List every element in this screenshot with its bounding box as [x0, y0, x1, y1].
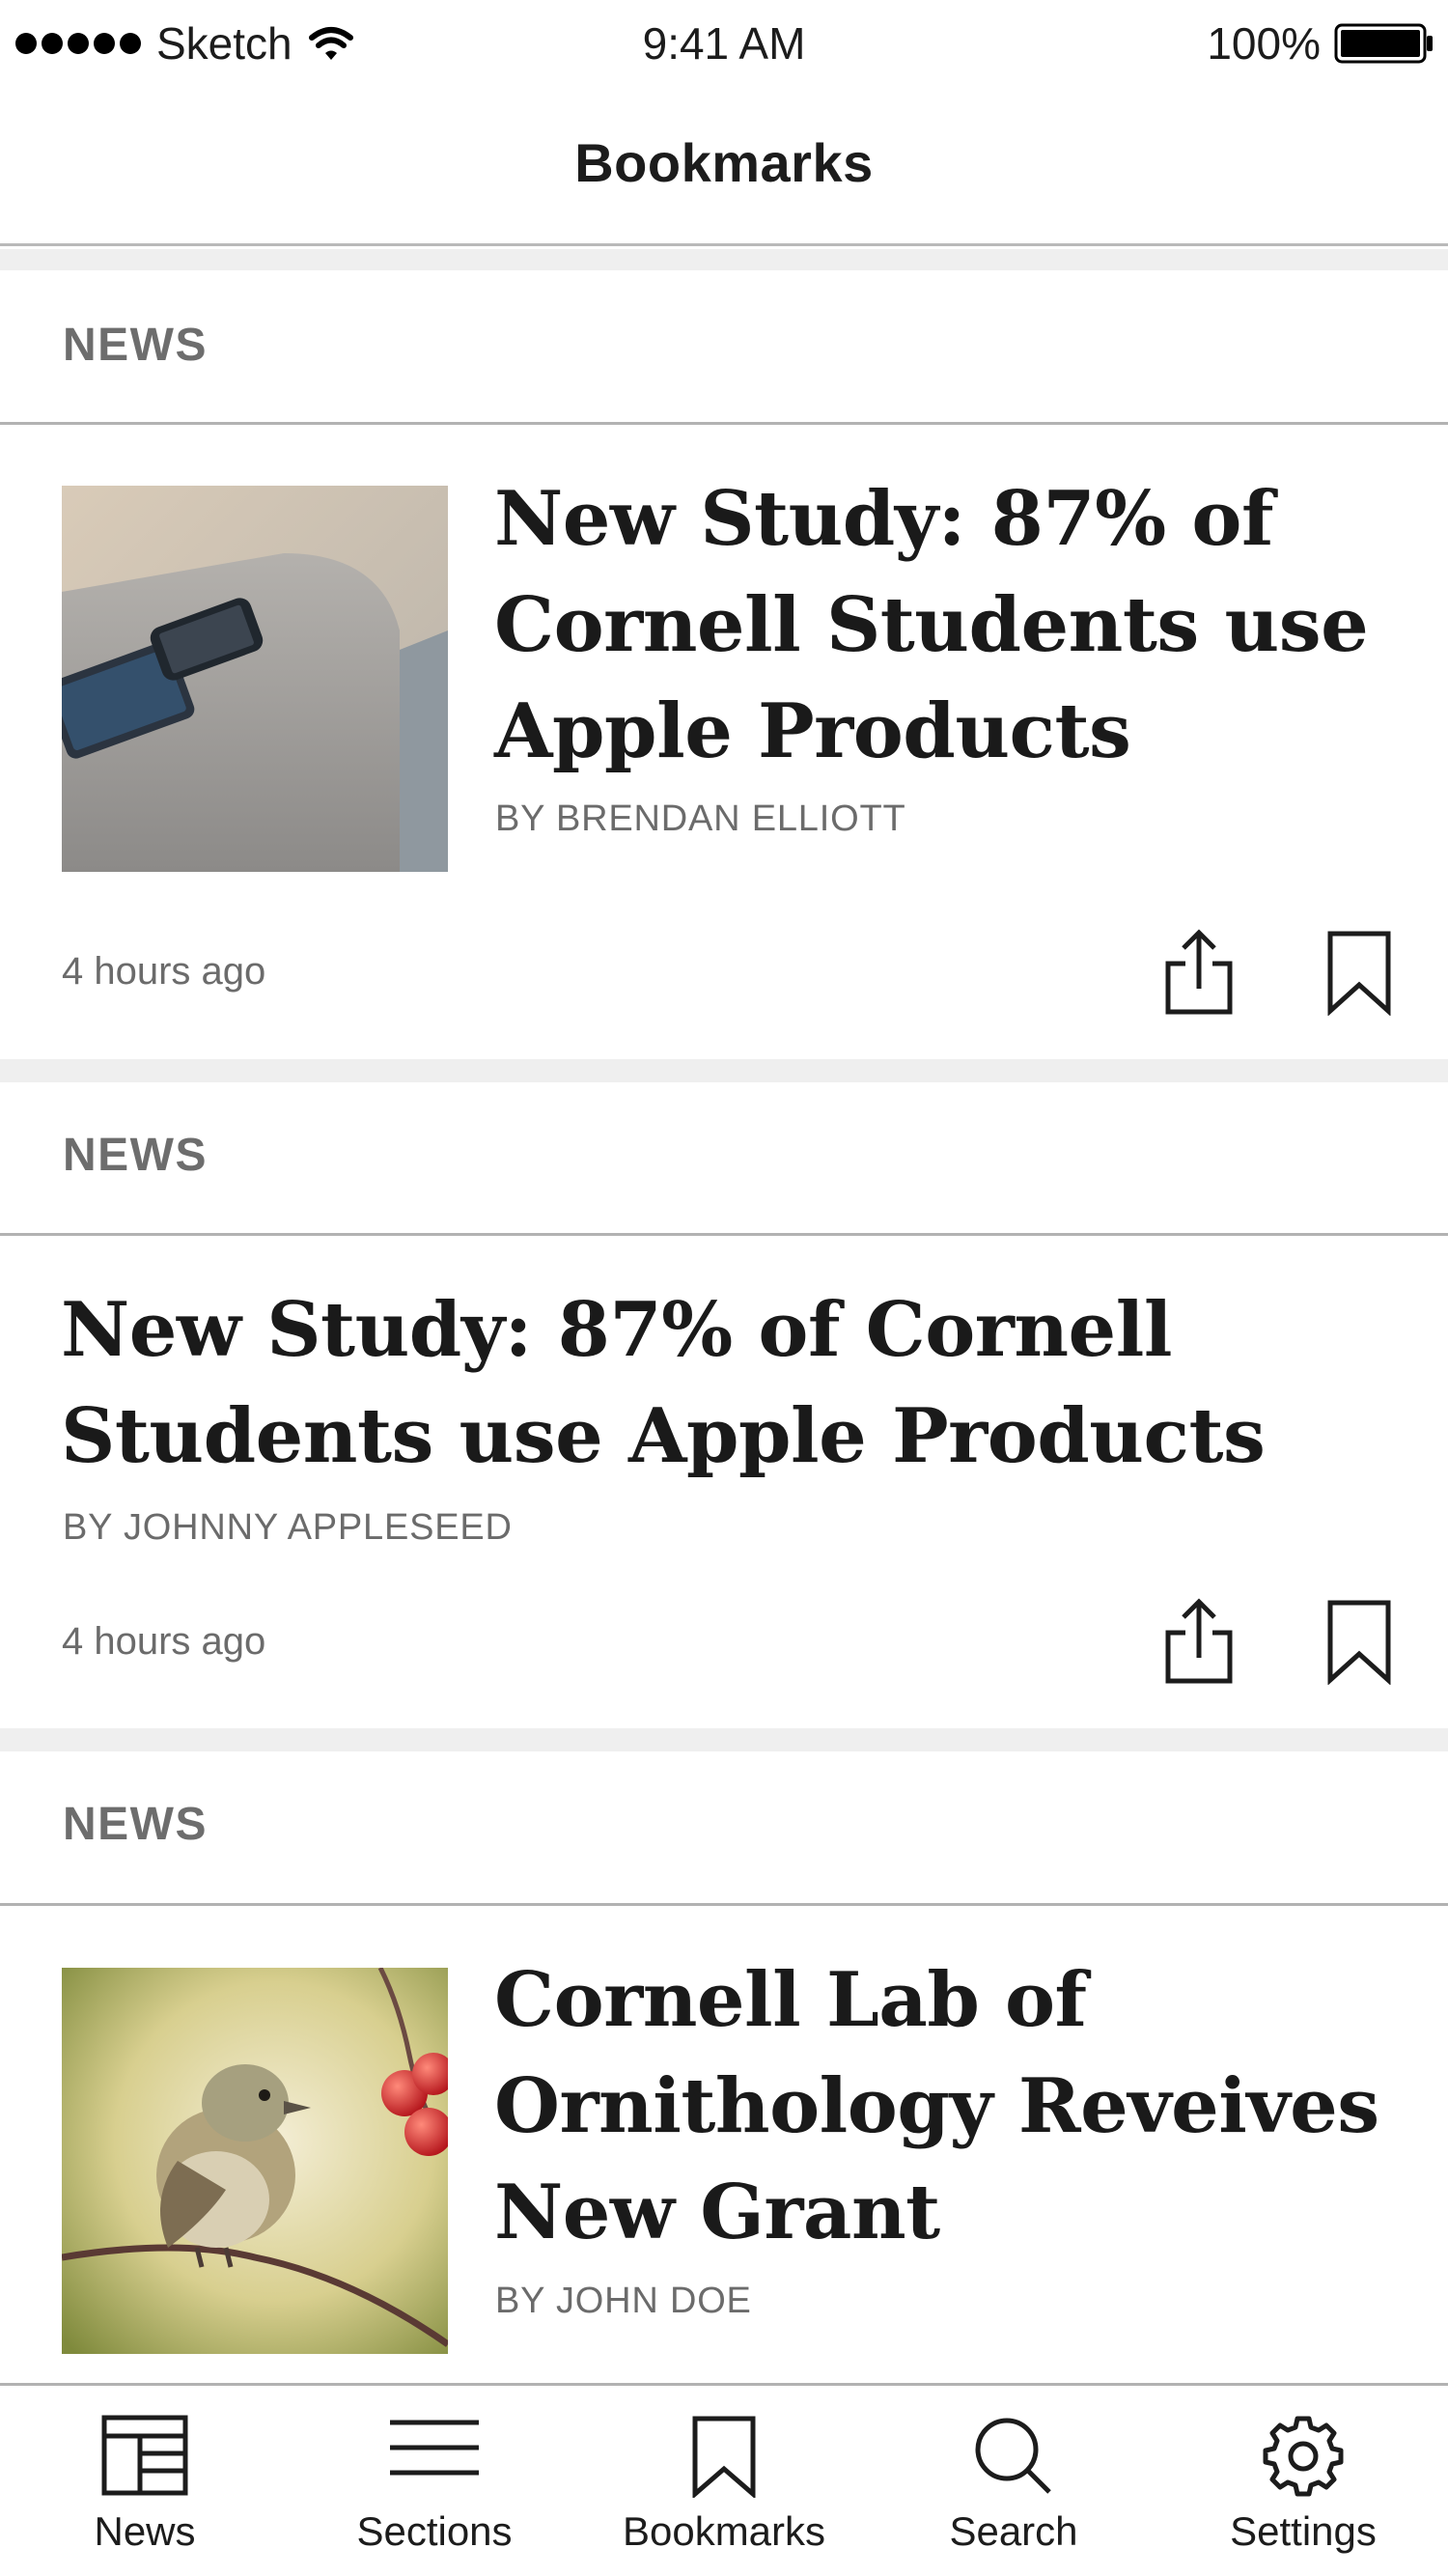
- bookmark-icon: [692, 2416, 756, 2498]
- section-header: NEWS: [0, 270, 1448, 425]
- article-thumbnail[interactable]: [62, 1968, 448, 2354]
- tab-label: Bookmarks: [622, 2508, 826, 2554]
- section-header: NEWS: [0, 1751, 1448, 1906]
- section-divider: [0, 1059, 1448, 1082]
- page-title: Bookmarks: [574, 132, 874, 193]
- bookmark-icon[interactable]: [1321, 1598, 1398, 1685]
- headline-line: New Study: 87% of Cornell: [61, 1286, 1172, 1374]
- search-icon: [975, 2418, 1051, 2494]
- article-byline: BY BRENDAN ELLIOTT: [495, 798, 906, 839]
- tab-search[interactable]: Search: [869, 2386, 1158, 2576]
- list-icon: [390, 2420, 479, 2476]
- section-label: NEWS: [63, 1799, 208, 1850]
- article-headline[interactable]: Cornell Lab of Ornithology Reveives New …: [494, 1947, 1421, 2266]
- headline-line: Students use Apple Products: [61, 1392, 1266, 1480]
- bookmark-icon[interactable]: [1321, 929, 1398, 1016]
- share-icon[interactable]: [1160, 1598, 1238, 1685]
- article-timestamp: 4 hours ago: [62, 950, 266, 993]
- newspaper-icon: [101, 2415, 188, 2496]
- battery-percent: 100%: [1207, 18, 1321, 69]
- headline-line: New Grant: [494, 2169, 940, 2256]
- tab-bar: News Sections Bookmarks Search Settings: [0, 2383, 1448, 2576]
- article-timestamp: 4 hours ago: [62, 1620, 266, 1663]
- tab-label: Settings: [1230, 2508, 1377, 2554]
- headline-line: Cornell Students use: [494, 581, 1369, 669]
- headline-line: Apple Products: [494, 687, 1131, 775]
- gear-icon: [1263, 2416, 1344, 2497]
- phones-on-couch-image: [62, 486, 448, 872]
- tab-settings[interactable]: Settings: [1158, 2386, 1448, 2576]
- tab-bookmarks[interactable]: Bookmarks: [579, 2386, 869, 2576]
- battery-icon: [1334, 23, 1433, 64]
- article-thumbnail[interactable]: [62, 486, 448, 872]
- tab-sections[interactable]: Sections: [290, 2386, 579, 2576]
- tab-news[interactable]: News: [0, 2386, 290, 2576]
- nav-bar: Bookmarks: [0, 87, 1448, 246]
- article-headline[interactable]: New Study: 87% of Cornell Students use A…: [61, 1277, 1412, 1490]
- section-divider: [0, 249, 1448, 270]
- headline-line: Cornell Lab of: [494, 1956, 1087, 2044]
- tab-label: News: [94, 2508, 196, 2554]
- tab-label: Sections: [356, 2508, 513, 2554]
- status-bar: Sketch 9:41 AM 100%: [0, 0, 1448, 87]
- article-byline: BY JOHNNY APPLESEED: [63, 1507, 513, 1548]
- section-header: NEWS: [0, 1082, 1448, 1236]
- section-divider: [0, 1728, 1448, 1751]
- article-byline: BY JOHN DOE: [495, 2281, 752, 2321]
- headline-line: New Study: 87% of: [494, 475, 1274, 563]
- bird-on-branch-image: [62, 1968, 448, 2354]
- section-label: NEWS: [63, 1130, 208, 1181]
- article-headline[interactable]: New Study: 87% of Cornell Students use A…: [494, 466, 1421, 785]
- section-label: NEWS: [63, 320, 208, 371]
- headline-line: Ornithology Reveives: [494, 2062, 1379, 2150]
- tab-label: Search: [949, 2508, 1078, 2554]
- share-icon[interactable]: [1160, 929, 1238, 1016]
- status-right: 100%: [1207, 15, 1434, 71]
